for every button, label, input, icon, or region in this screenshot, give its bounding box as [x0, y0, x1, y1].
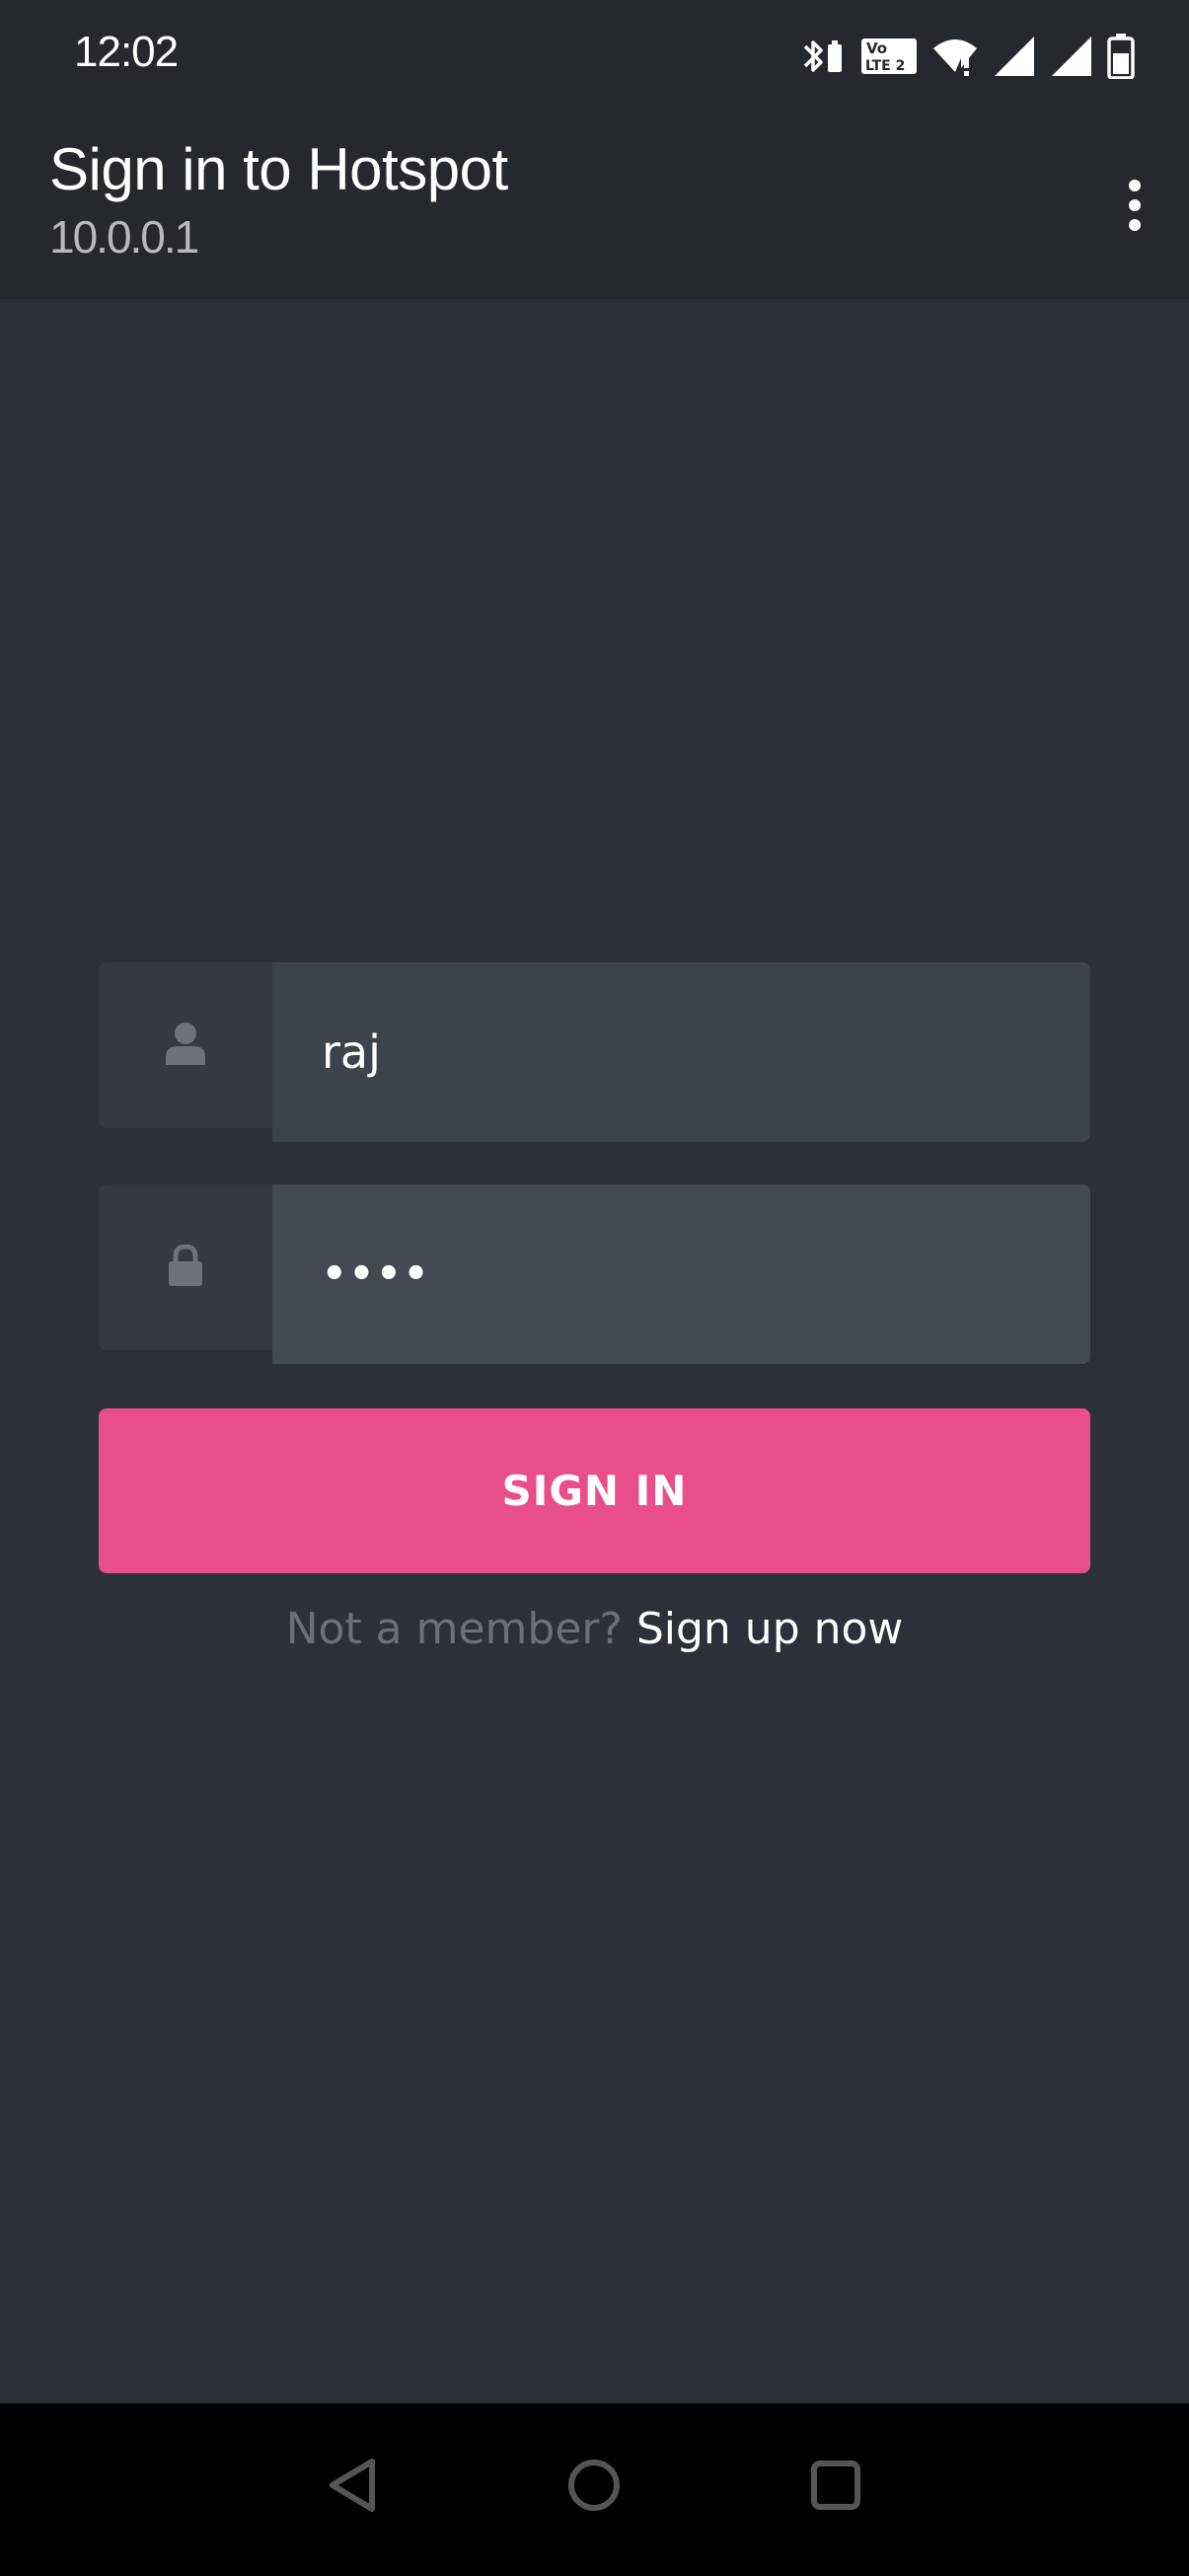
password-group: ••••: [99, 1184, 1090, 1364]
status-time: 12:02: [74, 28, 179, 76]
password-addon: [99, 1184, 272, 1350]
volte-text-bottom: LTE 2: [865, 58, 905, 74]
home-circle-icon: [566, 2458, 622, 2518]
hotspot-signin-screen: 12:02 Vo LTE 2 Sign in to Hotspot 10.0.0…: [0, 0, 1189, 2576]
password-input[interactable]: ••••: [272, 1184, 1090, 1364]
password-value: ••••: [322, 1251, 431, 1297]
recents-square-icon: [808, 2458, 863, 2518]
volte-icon: Vo LTE 2: [860, 35, 918, 78]
more-vert-icon: [1127, 179, 1143, 237]
battery-icon: [1107, 34, 1135, 79]
back-triangle-icon: [325, 2456, 380, 2520]
lock-icon: [168, 1243, 203, 1291]
username-group: raj: [99, 962, 1090, 1142]
signup-line: Not a member? Sign up now: [0, 1604, 1189, 1654]
signup-prompt: Not a member?: [285, 1604, 623, 1654]
bluetooth-battery-icon: [801, 35, 847, 78]
app-bar: Sign in to Hotspot 10.0.0.1: [0, 114, 1189, 299]
sign-up-link[interactable]: Sign up now: [636, 1604, 904, 1654]
username-input[interactable]: raj: [272, 962, 1090, 1142]
signal-icon: [1050, 35, 1093, 78]
sign-in-button[interactable]: SIGN IN: [99, 1408, 1090, 1573]
navigation-bar: [0, 2403, 1189, 2576]
wifi-icon: [931, 35, 979, 78]
status-icons: Vo LTE 2: [801, 32, 1135, 81]
login-content: raj •••• SIGN IN Not a member? Sign up n…: [0, 299, 1189, 2403]
username-addon: [99, 962, 272, 1128]
status-bar: 12:02 Vo LTE 2: [0, 0, 1189, 114]
page-subtitle-ip: 10.0.0.1: [49, 211, 199, 263]
page-title: Sign in to Hotspot: [49, 136, 508, 202]
home-button[interactable]: [550, 2443, 638, 2532]
volte-text-top: Vo: [866, 39, 887, 57]
back-button[interactable]: [308, 2443, 397, 2532]
signal-icon: [993, 35, 1036, 78]
user-icon: [165, 1022, 206, 1070]
recents-button[interactable]: [791, 2443, 880, 2532]
overflow-menu-button[interactable]: [1080, 153, 1189, 262]
username-value: raj: [322, 1025, 381, 1079]
